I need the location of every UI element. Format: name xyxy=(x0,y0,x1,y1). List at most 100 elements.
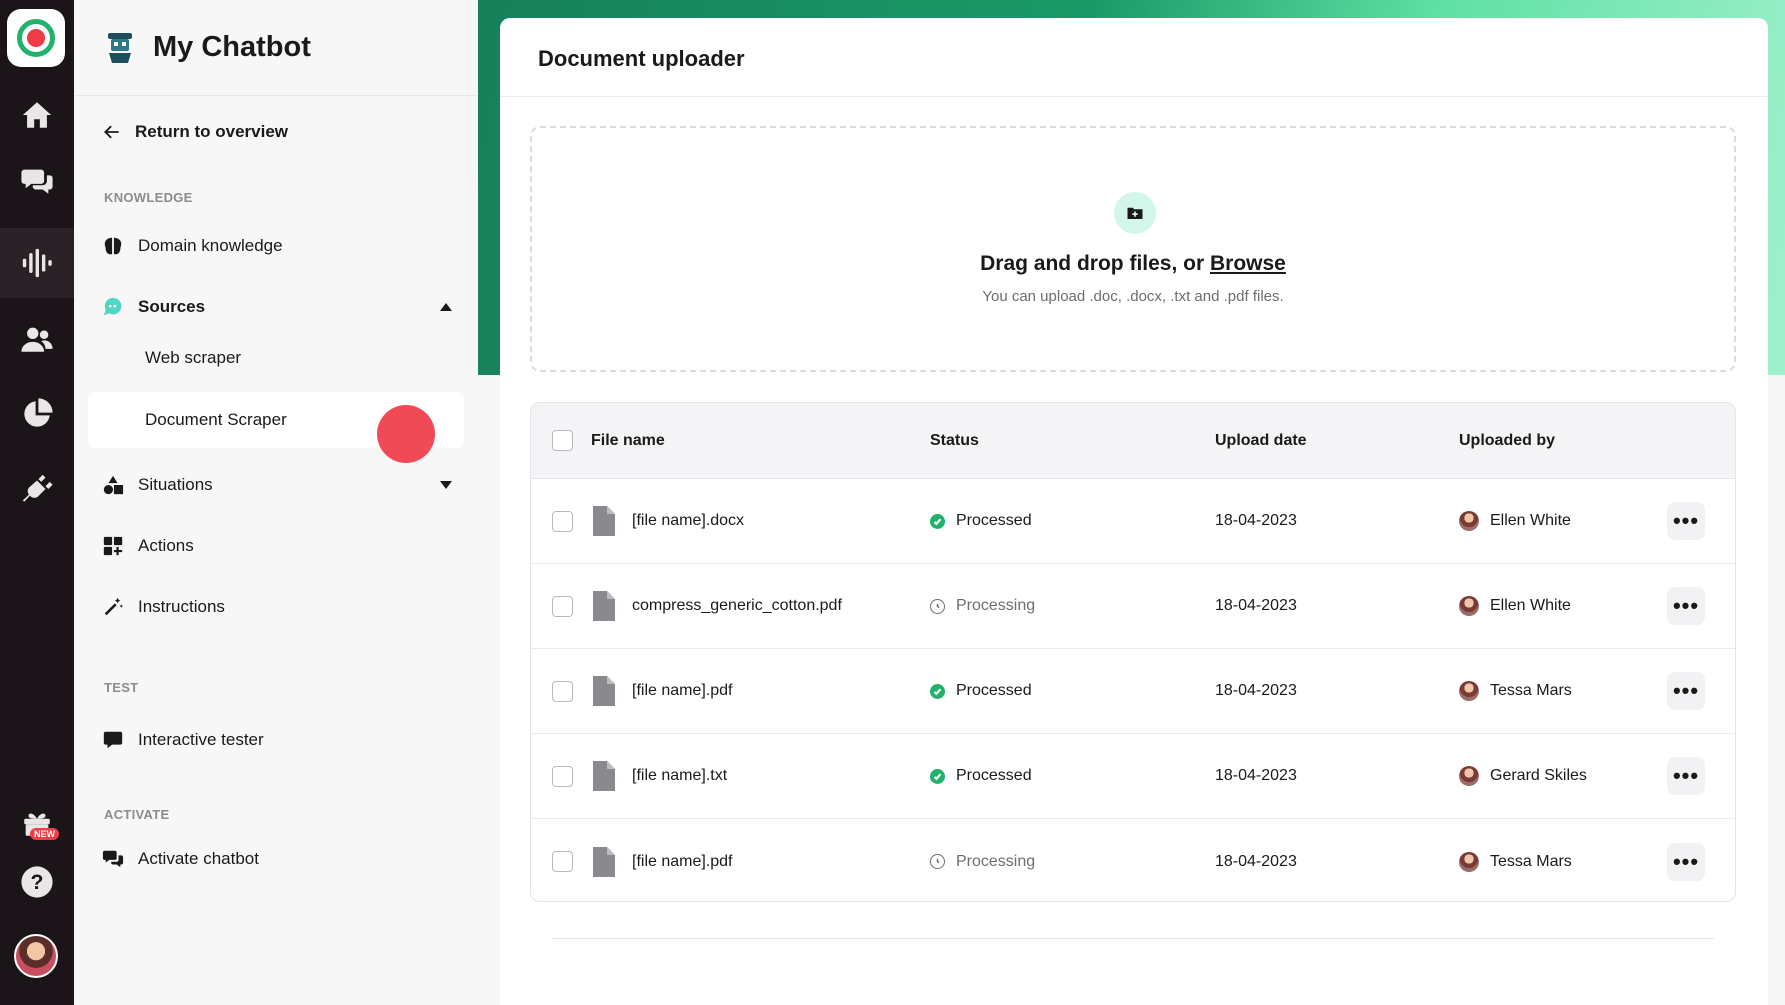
file-name[interactable]: [file name].pdf xyxy=(632,649,733,733)
more-options-button[interactable]: ••• xyxy=(1667,757,1705,795)
upload-date: 18-04-2023 xyxy=(1215,512,1297,529)
uploader-name: Tessa Mars xyxy=(1490,852,1572,870)
status-text: Processing xyxy=(956,852,1036,870)
status-text: Processing xyxy=(956,597,1036,614)
table-row[interactable]: compress_generic_cotton.pdf Processing 18-… xyxy=(531,564,1735,649)
sidebar-header: My Chatbot xyxy=(74,0,478,96)
more-options-button[interactable]: ••• xyxy=(1667,587,1705,625)
file-icon xyxy=(591,564,615,648)
table-row[interactable]: [file name].docx Processed 18-04-2023 Ellen… xyxy=(531,479,1735,564)
check-circle-icon xyxy=(930,513,945,529)
magic-wand-icon xyxy=(104,597,124,616)
caret-up-icon[interactable] xyxy=(440,303,452,311)
header-uploaded-by[interactable]: Uploaded by xyxy=(1459,403,1555,478)
return-label: Return to overview xyxy=(135,122,289,141)
uploader: Gerard Skiles xyxy=(1459,734,1587,818)
row-checkbox[interactable] xyxy=(552,510,573,532)
avatar xyxy=(1459,511,1479,531)
dropzone-hint: You can upload .doc, .docx, .txt and .pd… xyxy=(982,288,1284,305)
rail-voice[interactable] xyxy=(0,228,74,298)
documents-table: File name Status Upload date Uploaded by… xyxy=(530,402,1736,902)
uploader: Tessa Mars xyxy=(1459,819,1572,901)
section-activate: ACTIVATE xyxy=(104,807,170,822)
header-upload-date[interactable]: Upload date xyxy=(1215,403,1307,478)
avatar xyxy=(1459,766,1479,786)
table-body: [file name].docx Processed 18-04-2023 Ellen… xyxy=(531,479,1735,901)
new-badge: NEW xyxy=(30,828,59,840)
uploader-name: Ellen White xyxy=(1490,597,1571,614)
section-test: TEST xyxy=(104,680,139,695)
folder-plus-icon xyxy=(1127,207,1143,219)
rail-integrations[interactable] xyxy=(0,454,74,524)
sidebar-item-domain-knowledge[interactable]: Domain knowledge xyxy=(102,226,452,266)
chat-bubbles-icon xyxy=(21,169,53,194)
file-name[interactable]: [file name].txt xyxy=(632,734,727,818)
file-name[interactable]: compress_generic_cotton.pdf xyxy=(632,564,842,648)
select-all-checkbox[interactable] xyxy=(552,430,573,451)
clock-icon xyxy=(930,598,945,614)
more-options-button[interactable]: ••• xyxy=(1667,672,1705,710)
page-title: Document uploader xyxy=(538,46,745,71)
nav-label: Interactive tester xyxy=(138,730,264,749)
status-badge: Processed xyxy=(930,479,1032,563)
caret-down-icon[interactable] xyxy=(440,481,452,489)
section-knowledge: KNOWLEDGE xyxy=(104,190,193,205)
rail-conversations[interactable] xyxy=(0,146,74,216)
pie-chart-icon xyxy=(24,398,53,427)
voice-bars-icon xyxy=(22,248,52,278)
sidebar-item-situations[interactable]: Situations xyxy=(102,465,452,505)
sidebar-item-activate-chatbot[interactable]: Activate chatbot xyxy=(102,839,452,879)
file-name[interactable]: [file name].pdf xyxy=(632,819,733,901)
file-icon xyxy=(591,819,615,901)
chat-bubbles-icon xyxy=(102,850,124,868)
grid-plus-icon xyxy=(103,536,123,556)
uploader-name: Ellen White xyxy=(1490,512,1571,529)
file-dropzone[interactable]: Drag and drop files, or Browse You can u… xyxy=(530,126,1736,372)
table-row[interactable]: [file name].txt Processed 18-04-2023 Gerard… xyxy=(531,734,1735,819)
check-circle-icon xyxy=(930,768,945,784)
sidebar-item-actions[interactable]: Actions xyxy=(102,526,452,566)
more-options-button[interactable]: ••• xyxy=(1667,842,1705,881)
rail-analytics[interactable] xyxy=(0,379,74,449)
row-checkbox[interactable] xyxy=(552,851,573,872)
row-checkbox[interactable] xyxy=(552,765,573,787)
sidebar-item-interactive-tester[interactable]: Interactive tester xyxy=(102,720,452,760)
app-logo[interactable] xyxy=(7,9,65,67)
rail-help[interactable]: ? xyxy=(0,847,74,917)
divider xyxy=(500,96,1768,97)
table-row[interactable]: [file name].pdf Processing 18-04-2023 Tessa… xyxy=(531,819,1735,901)
rail-home[interactable] xyxy=(0,80,74,150)
shapes-icon xyxy=(103,475,124,495)
header-status[interactable]: Status xyxy=(930,403,979,478)
users-icon xyxy=(21,327,53,352)
return-to-overview-link[interactable]: Return to overview xyxy=(102,122,288,142)
sidebar-item-instructions[interactable]: Instructions xyxy=(102,587,452,627)
browse-link[interactable]: Browse xyxy=(1210,252,1286,275)
row-checkbox[interactable] xyxy=(552,680,573,702)
more-options-button[interactable]: ••• xyxy=(1667,502,1705,540)
avatar xyxy=(1459,851,1479,872)
upload-folder-button[interactable] xyxy=(1114,192,1156,234)
row-checkbox[interactable] xyxy=(552,595,573,617)
file-icon xyxy=(591,734,615,818)
avatar xyxy=(1459,596,1479,616)
logo-icon xyxy=(17,19,55,57)
plug-icon xyxy=(22,474,53,502)
header-file-name[interactable]: File name xyxy=(591,403,665,478)
user-avatar[interactable] xyxy=(14,934,58,978)
sidebar: My Chatbot Return to overview KNOWLEDGE … xyxy=(74,0,478,1005)
sidebar-item-web-scraper[interactable]: Web scraper xyxy=(88,330,464,386)
uploader-name: Tessa Mars xyxy=(1490,682,1572,699)
rail-users[interactable] xyxy=(0,304,74,374)
home-icon xyxy=(22,102,52,128)
chatbot-icon xyxy=(108,32,132,63)
status-text: Processed xyxy=(956,767,1032,784)
help-icon: ? xyxy=(21,866,53,898)
table-row[interactable]: [file name].pdf Processed 18-04-2023 Tessa … xyxy=(531,649,1735,734)
sidebar-item-sources[interactable]: Sources xyxy=(102,287,452,327)
clock-icon xyxy=(930,854,945,869)
file-name[interactable]: [file name].docx xyxy=(632,479,744,563)
file-icon xyxy=(591,479,615,563)
uploader: Ellen White xyxy=(1459,564,1571,648)
nav-label: Activate chatbot xyxy=(138,849,259,868)
